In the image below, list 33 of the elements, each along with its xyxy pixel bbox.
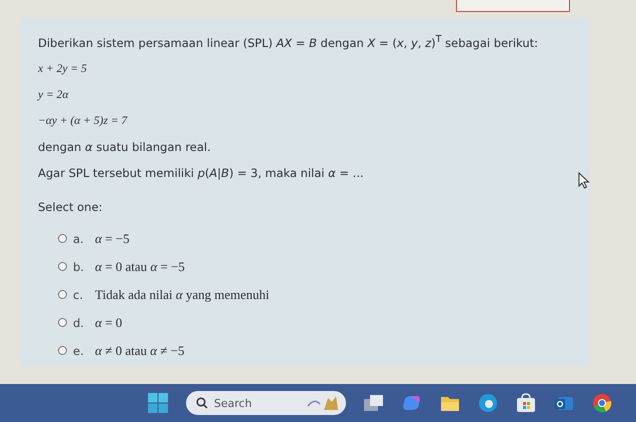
search-icon [196, 397, 208, 409]
browser-icon[interactable] [592, 393, 612, 413]
option-text[interactable]: α = 0 [95, 314, 122, 331]
option-text[interactable]: α = −5 [95, 230, 130, 247]
option-text[interactable]: Tidak ada nilai α yang memenuhi [95, 286, 270, 303]
colorful-app-icon[interactable] [402, 394, 422, 412]
radio-button[interactable] [58, 262, 67, 272]
radio-button[interactable] [58, 346, 67, 356]
question-text: Agar SPL tersebut memiliki p(A|B) = 3, maka nilai α = ... [38, 164, 365, 181]
option-text[interactable]: α ≠ 0 atau α ≠ −5 [95, 342, 184, 359]
equation: y = 2α [38, 88, 70, 103]
option-letter: a. [73, 232, 85, 246]
folder-icon[interactable] [440, 394, 460, 412]
select-label: Select one: [38, 198, 104, 215]
question-text: dengan α suatu bilangan real. [38, 138, 212, 155]
radio-button[interactable] [58, 318, 67, 328]
windows-logo-icon[interactable] [148, 393, 168, 413]
search-input[interactable]: Search [214, 396, 300, 410]
task-view-icon[interactable] [364, 394, 384, 412]
question-text: Diberikan sistem persamaan linear (SPL) AX = B dengan X = (x, y, z)$^{T}$ sebagai berikut: [38, 33, 540, 51]
option-letter: e. [73, 344, 85, 358]
option-letter: b. [73, 260, 85, 274]
browser-icon[interactable] [478, 393, 498, 413]
equation: −αy + (α + 5)z = 7 [38, 114, 128, 129]
option-letter: c. [73, 288, 84, 302]
radio-button[interactable] [58, 290, 67, 300]
store-bag-icon[interactable] [516, 393, 536, 413]
equation: x + 2y = 5 [38, 62, 88, 77]
search-bar[interactable]: Search [186, 391, 346, 415]
option-text[interactable]: α = 0 atau α = −5 [95, 258, 185, 275]
option-letter: d. [73, 316, 85, 330]
mouse-pointer-icon [578, 172, 590, 189]
radio-button[interactable] [58, 234, 67, 244]
